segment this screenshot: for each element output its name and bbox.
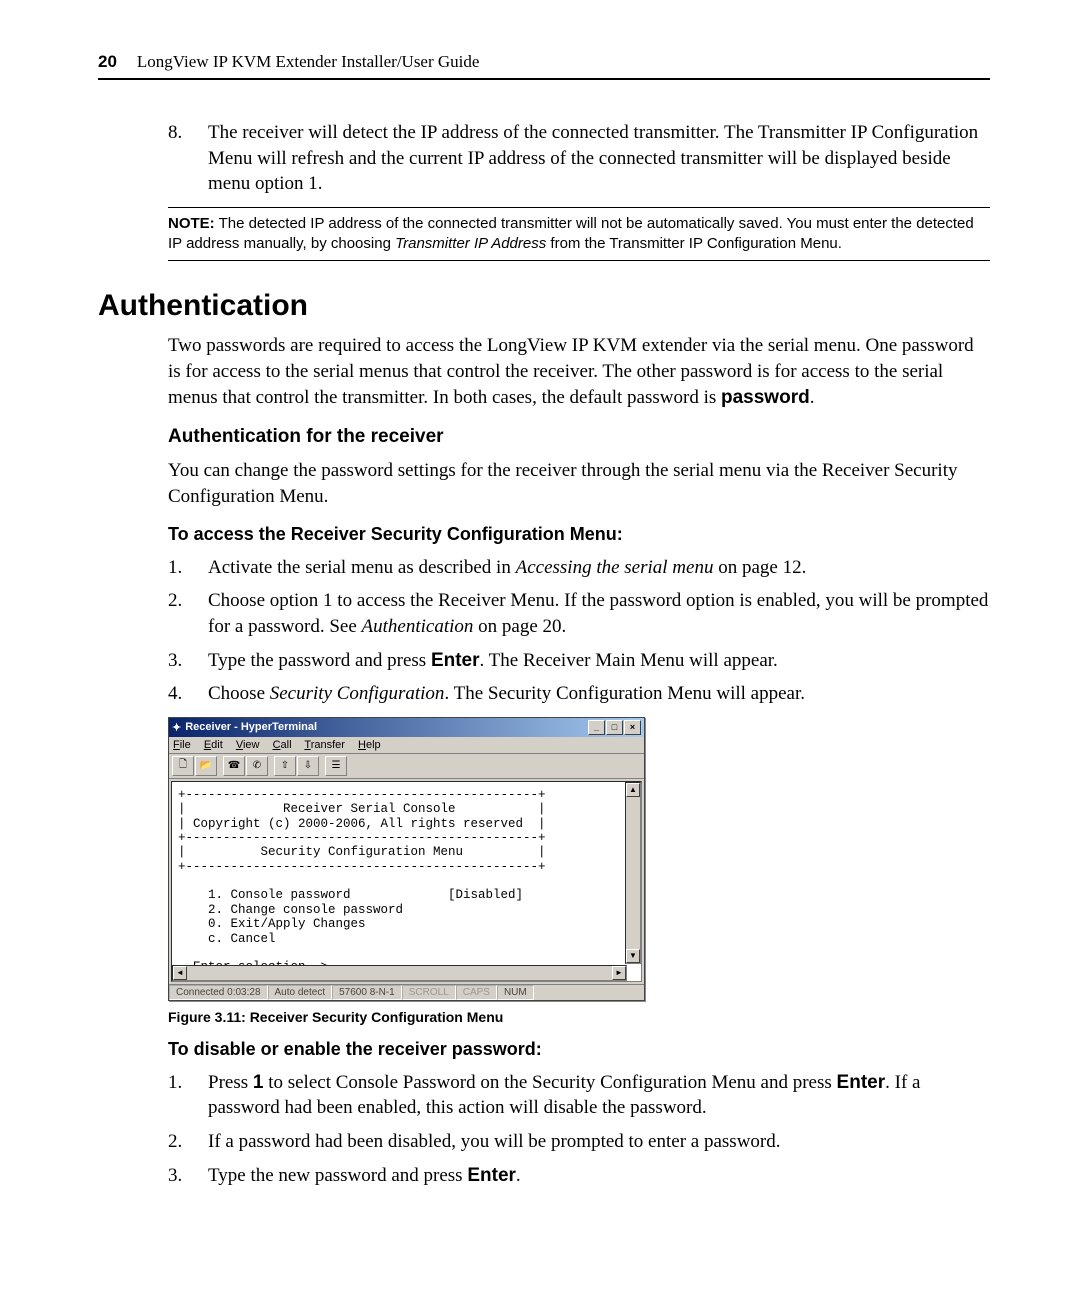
statusbar: Connected 0:03:28 Auto detect 57600 8-N-… (169, 984, 644, 1000)
step-text: Press 1 to select Console Password on th… (208, 1070, 990, 1121)
status-caps: CAPS (456, 985, 497, 1000)
proc2-step: 3. Type the new password and press Enter… (168, 1163, 990, 1189)
note-label: NOTE: (168, 215, 215, 232)
document-page: 20 LongView IP KVM Extender Installer/Us… (0, 0, 1080, 1296)
vertical-scrollbar[interactable]: ▲ ▼ (625, 782, 641, 964)
menu-call[interactable]: Call (273, 739, 292, 751)
procedure-title-2: To disable or enable the receiver passwo… (168, 1039, 990, 1060)
doc-title: LongView IP KVM Extender Installer/User … (137, 52, 480, 72)
step-number: 4. (168, 681, 192, 707)
figure-caption: Figure 3.11: Receiver Security Configura… (168, 1009, 990, 1025)
step-8: 8. The receiver will detect the IP addre… (168, 120, 990, 197)
maximize-button[interactable]: □ (606, 720, 623, 735)
scroll-up-icon[interactable]: ▲ (626, 783, 640, 797)
status-scroll: SCROLL (402, 985, 456, 1000)
menubar[interactable]: File Edit View Call Transfer Help (169, 737, 644, 754)
page-header: 20 LongView IP KVM Extender Installer/Us… (98, 52, 990, 80)
step-text: Choose Security Configuration. The Secur… (208, 681, 805, 707)
status-num: NUM (497, 985, 534, 1000)
procedure-title-1: To access the Receiver Security Configur… (168, 524, 990, 545)
step-text: The receiver will detect the IP address … (208, 120, 990, 197)
proc2-step: 1. Press 1 to select Console Password on… (168, 1070, 990, 1121)
window-titlebar: ✦ Receiver - HyperTerminal _ □ × (169, 718, 644, 737)
menu-file[interactable]: File (173, 739, 191, 751)
subhead-auth-receiver: Authentication for the receiver (168, 426, 990, 448)
window-title: Receiver - HyperTerminal (185, 721, 317, 733)
toolbar-call-icon[interactable]: ☎ (223, 756, 245, 776)
step-text: Activate the serial menu as described in… (208, 555, 806, 581)
proc1-step: 1. Activate the serial menu as described… (168, 555, 990, 581)
toolbar: 🗋 📂 ☎ ✆ ⇧ ⇩ ☰ (169, 754, 644, 779)
menu-transfer[interactable]: Transfer (304, 739, 345, 751)
status-connected: Connected 0:03:28 (169, 985, 268, 1000)
menu-view[interactable]: View (236, 739, 260, 751)
app-icon: ✦ (172, 721, 181, 734)
step-number: 2. (168, 588, 192, 639)
horizontal-scrollbar[interactable]: ◄ ► (172, 965, 627, 981)
status-baud: 57600 8-N-1 (332, 985, 402, 1000)
step-number: 3. (168, 648, 192, 674)
status-detect: Auto detect (268, 985, 333, 1000)
step-number: 8. (168, 120, 192, 197)
note-italic: Transmitter IP Address (395, 235, 546, 252)
note-text-b: from the Transmitter IP Configuration Me… (546, 235, 842, 252)
step-number: 1. (168, 555, 192, 581)
scroll-right-icon[interactable]: ► (612, 966, 626, 980)
auth-intro: Two passwords are required to access the… (168, 333, 990, 410)
auth-intro-bold: password (721, 387, 810, 408)
proc2-step: 2. If a password had been disabled, you … (168, 1129, 990, 1155)
toolbar-receive-icon[interactable]: ⇩ (297, 756, 319, 776)
toolbar-properties-icon[interactable]: ☰ (325, 756, 347, 776)
section-heading: Authentication (98, 289, 990, 323)
toolbar-open-icon[interactable]: 📂 (195, 756, 217, 776)
subhead-p: You can change the password settings for… (168, 458, 990, 509)
terminal-output[interactable]: +---------------------------------------… (171, 781, 642, 982)
proc1-step: 2. Choose option 1 to access the Receive… (168, 588, 990, 639)
scroll-down-icon[interactable]: ▼ (626, 949, 640, 963)
step-text: Choose option 1 to access the Receiver M… (208, 588, 990, 639)
minimize-button[interactable]: _ (588, 720, 605, 735)
page-number: 20 (98, 52, 117, 72)
close-button[interactable]: × (624, 720, 641, 735)
menu-help[interactable]: Help (358, 739, 381, 751)
proc1-step: 4. Choose Security Configuration. The Se… (168, 681, 990, 707)
toolbar-new-icon[interactable]: 🗋 (172, 756, 194, 776)
proc1-step: 3. Type the password and press Enter. Th… (168, 648, 990, 674)
step-text: If a password had been disabled, you wil… (208, 1129, 781, 1155)
step-text: Type the new password and press Enter. (208, 1163, 521, 1189)
auth-intro-a: Two passwords are required to access the… (168, 335, 974, 407)
note-box: NOTE: The detected IP address of the con… (168, 207, 990, 262)
step-text: Type the password and press Enter. The R… (208, 648, 778, 674)
step-number: 1. (168, 1070, 192, 1121)
menu-edit[interactable]: Edit (204, 739, 223, 751)
auth-intro-b: . (810, 387, 815, 408)
scroll-left-icon[interactable]: ◄ (173, 966, 187, 980)
toolbar-send-icon[interactable]: ⇧ (274, 756, 296, 776)
toolbar-hangup-icon[interactable]: ✆ (246, 756, 268, 776)
hyperterminal-window: ✦ Receiver - HyperTerminal _ □ × File Ed… (168, 717, 645, 1001)
step-number: 2. (168, 1129, 192, 1155)
step-number: 3. (168, 1163, 192, 1189)
